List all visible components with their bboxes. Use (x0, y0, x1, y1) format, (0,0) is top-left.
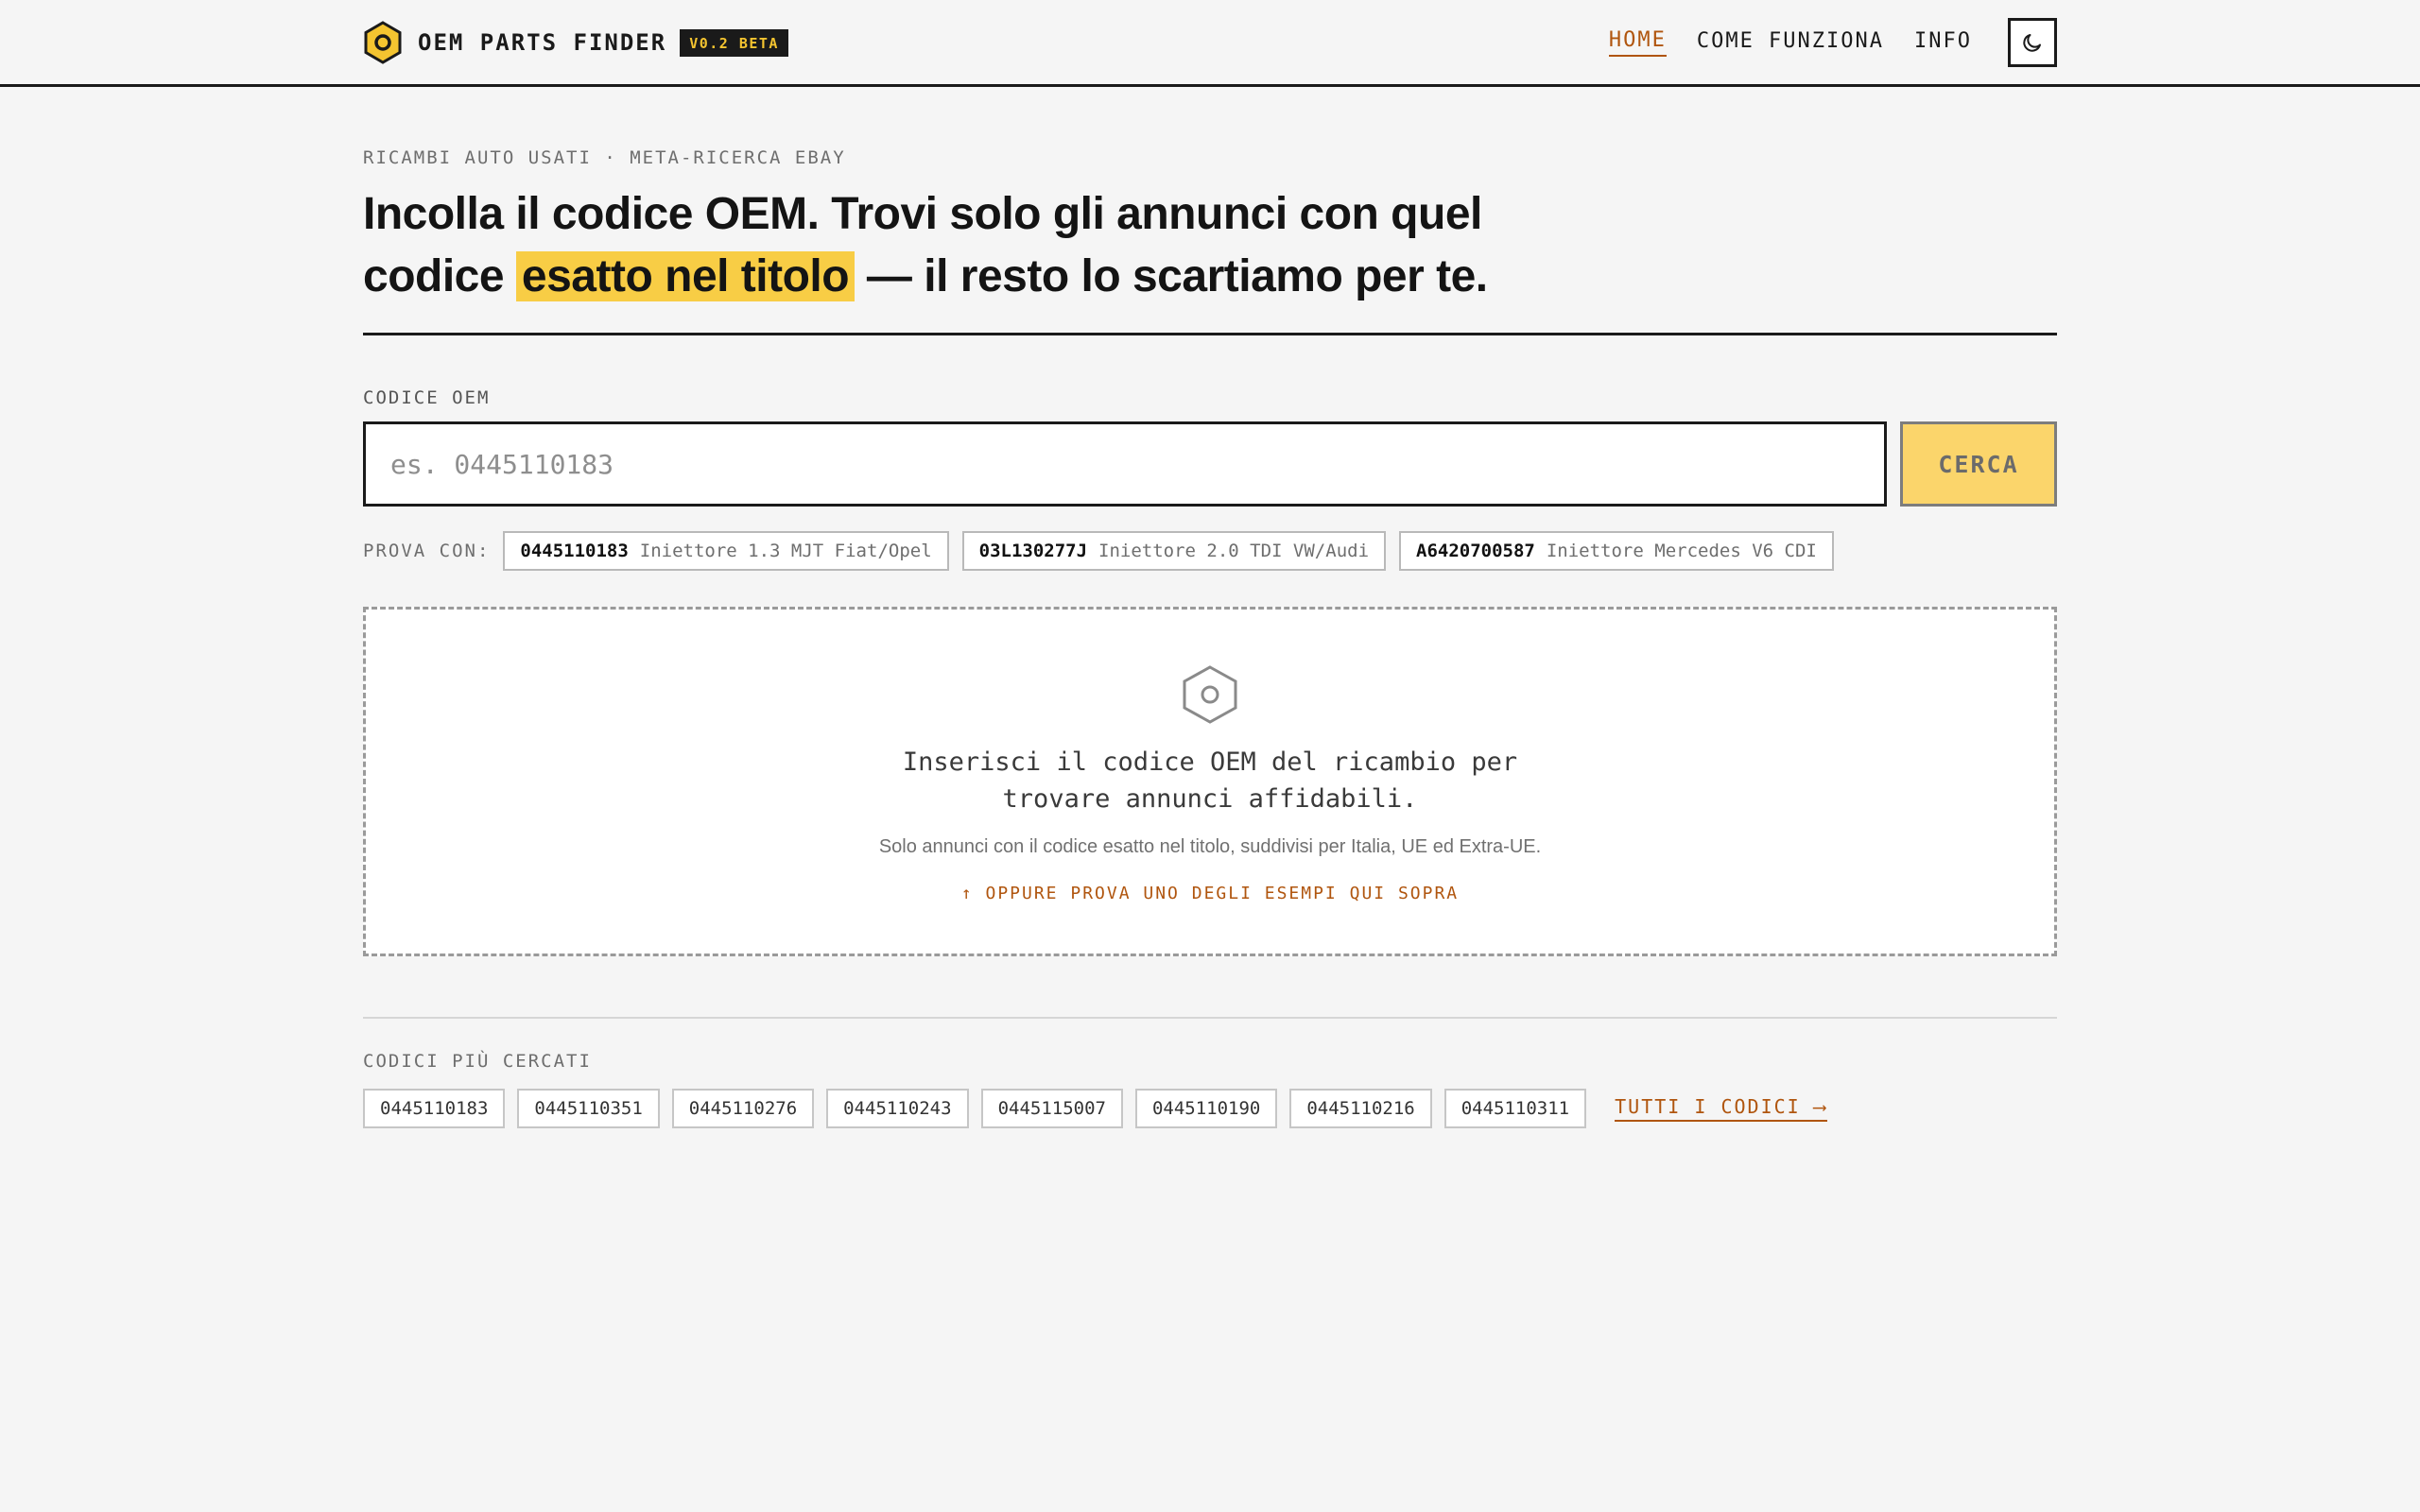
example-desc: Iniettore 1.3 MJT Fiat/Opel (639, 541, 932, 561)
example-code: A6420700587 (1416, 541, 1535, 561)
example-chip[interactable]: 0445110183 Iniettore 1.3 MJT Fiat/Opel (503, 531, 949, 571)
main-nav: HOME COME FUNZIONA INFO (1579, 17, 2057, 68)
search-label: CODICE OEM (363, 387, 491, 408)
logo-hex-icon (364, 21, 402, 64)
all-codes-link[interactable]: TUTTI I CODICI ⟶ (1615, 1095, 1827, 1122)
nav-come-funziona[interactable]: COME FUNZIONA (1697, 29, 1884, 56)
example-desc: Iniettore Mercedes V6 CDI (1546, 541, 1817, 561)
top-bar: OEM PARTS FINDER V0.2 BETA HOME COME FUN… (0, 0, 2420, 87)
examples-row: PROVA CON: 0445110183 Iniettore 1.3 MJT … (363, 531, 1847, 571)
example-chip[interactable]: A6420700587 Iniettore Mercedes V6 CDI (1399, 531, 1834, 571)
popular-code-chip[interactable]: 0445110243 (826, 1089, 969, 1128)
brand-name: OEM PARTS FINDER (418, 29, 667, 56)
examples-label: PROVA CON: (363, 541, 491, 561)
hero-title-highlight: esatto nel titolo (515, 251, 856, 301)
popular-code-chip[interactable]: 0445110351 (517, 1089, 660, 1128)
example-desc: Iniettore 2.0 TDI VW/Audi (1098, 541, 1370, 561)
example-chip[interactable]: 03L130277J Iniettore 2.0 TDI VW/Audi (961, 531, 1387, 571)
empty-state-panel: Inserisci il codice OEM del ricambio per… (363, 607, 2057, 956)
popular-code-chip[interactable]: 0445115007 (980, 1089, 1123, 1128)
empty-state-title-line2: trovare annunci affidabili. (1002, 784, 1418, 814)
oem-code-input[interactable] (363, 421, 1887, 507)
nav-home[interactable]: HOME (1608, 28, 1667, 57)
popular-code-chip[interactable]: 0445110311 (1443, 1089, 1587, 1128)
hero-title-part2: — il resto lo scartiamo per te. (855, 251, 1488, 301)
popular-code-chip[interactable]: 0445110183 (363, 1089, 506, 1128)
popular-divider (363, 1017, 2057, 1019)
popular-label: CODICI PIÙ CERCATI (363, 1051, 592, 1072)
theme-toggle-button[interactable] (2008, 18, 2057, 67)
beta-badge: V0.2 BETA (680, 28, 788, 57)
popular-code-chip[interactable]: 0445110216 (1289, 1089, 1432, 1128)
hero-divider (363, 333, 2057, 335)
hero-kicker: RICAMBI AUTO USATI · META-RICERCA EBAY (363, 147, 846, 168)
nav-info[interactable]: INFO (1914, 29, 1972, 56)
search-button[interactable]: CERCA (1900, 421, 2057, 507)
hero-title: Incolla il codice OEM. Trovi solo gli an… (363, 183, 1592, 308)
example-code: 03L130277J (978, 541, 1088, 561)
brand[interactable]: OEM PARTS FINDER V0.2 BETA (363, 21, 788, 64)
popular-codes-list: 0445110183 0445110351 0445110276 0445110… (363, 1089, 1827, 1128)
empty-state-title-line1: Inserisci il codice OEM del ricambio per (902, 747, 1518, 777)
example-code: 0445110183 (520, 541, 629, 561)
popular-code-chip[interactable]: 0445110276 (671, 1089, 815, 1128)
popular-code-chip[interactable]: 0445110190 (1134, 1089, 1278, 1128)
empty-state-subtitle: Solo annunci con il codice esatto nel ti… (878, 836, 1542, 857)
moon-icon (2023, 34, 2041, 52)
empty-state-title: Inserisci il codice OEM del ricambio per… (366, 744, 2054, 817)
hex-nut-icon (1183, 665, 1237, 724)
empty-state-hint: ↑ OPPURE PROVA UNO DEGLI ESEMPI QUI SOPR… (960, 884, 1460, 903)
